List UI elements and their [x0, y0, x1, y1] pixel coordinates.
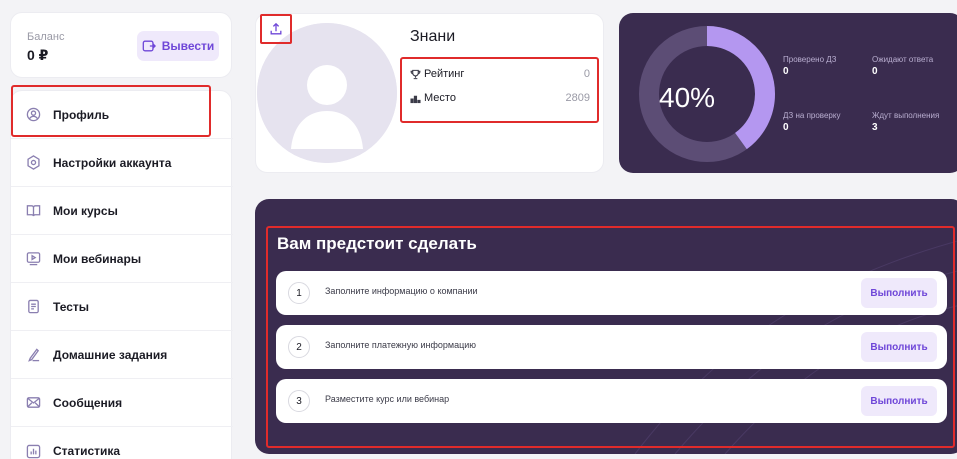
stat-checked-hw-label: Проверено ДЗ	[783, 55, 837, 64]
pencil-icon	[25, 347, 41, 363]
rating-value: 0	[583, 68, 590, 80]
place-label: Место	[424, 92, 456, 104]
sidebar-item-label: Статистика	[53, 444, 121, 458]
sidebar-item-label: Настройки аккаунта	[53, 155, 172, 170]
sidebar-item-account-settings[interactable]: Настройки аккаунта	[11, 139, 233, 187]
task-number: 3	[288, 390, 310, 412]
user-silhouette-icon	[257, 23, 397, 163]
stat-checked-hw-value: 0	[783, 66, 789, 77]
place-row: Место 2809	[410, 92, 590, 104]
place-value: 2809	[565, 92, 590, 104]
sidebar-item-homework[interactable]: Домашние задания	[11, 331, 233, 379]
task-item: 3 Разместите курс или вебинар Выполнить	[276, 379, 947, 423]
podium-icon	[410, 93, 424, 104]
stat-hw-to-check-value: 0	[783, 122, 789, 133]
task-number: 1	[288, 282, 310, 304]
complete-task-button[interactable]: Выполнить	[861, 278, 937, 308]
withdraw-button[interactable]: Вывести	[137, 31, 219, 61]
upload-avatar-button[interactable]	[260, 14, 292, 44]
avatar[interactable]	[257, 23, 397, 163]
todo-title: Вам предстоит сделать	[277, 234, 477, 253]
sidebar-item-messages[interactable]: Сообщения	[11, 379, 233, 427]
stat-awaiting-answer-value: 0	[872, 66, 878, 77]
sidebar-item-label: Тесты	[53, 299, 90, 314]
progress-percent: 40%	[659, 82, 716, 113]
task-text: Заполните информацию о компании	[325, 286, 478, 296]
sidebar-item-label: Мои курсы	[53, 203, 118, 218]
sidebar: Профиль Настройки аккаунта Мои курсы Мои…	[10, 90, 233, 459]
rating-label: Рейтинг	[424, 68, 465, 80]
task-text: Заполните платежную информацию	[325, 340, 477, 350]
balance-label: Баланс	[27, 31, 65, 43]
task-item: 1 Заполните информацию о компании Выполн…	[276, 271, 947, 315]
sidebar-item-tests[interactable]: Тесты	[11, 283, 233, 331]
sidebar-item-courses[interactable]: Мои курсы	[11, 187, 233, 235]
book-icon	[25, 203, 41, 219]
task-number: 2	[288, 336, 310, 358]
bar-chart-icon	[25, 443, 41, 459]
video-play-icon	[25, 251, 41, 267]
balance-card: Баланс 0 ₽ Вывести	[10, 12, 232, 78]
stat-awaiting-completion-label: Ждут выполнения	[872, 111, 940, 120]
task-text: Разместите курс или вебинар	[325, 394, 450, 404]
rating-row: Рейтинг 0	[410, 68, 590, 80]
sidebar-item-label: Мои вебинары	[53, 251, 142, 266]
sidebar-item-webinars[interactable]: Мои вебинары	[11, 235, 233, 283]
page-root: Баланс 0 ₽ Вывести Профиль Настройки акк…	[0, 0, 957, 459]
stat-awaiting-completion-value: 3	[872, 122, 878, 133]
sidebar-item-label: Домашние задания	[53, 347, 168, 362]
sidebar-item-statistics[interactable]: Статистика	[11, 427, 233, 459]
envelope-icon	[25, 395, 41, 411]
wallet-icon	[142, 40, 156, 52]
stat-hw-to-check-label: ДЗ на проверку	[783, 111, 841, 120]
document-icon	[25, 299, 41, 315]
withdraw-label: Вывести	[161, 39, 215, 53]
profile-stats: Рейтинг 0 Место 2809	[400, 57, 599, 123]
sidebar-item-label: Профиль	[53, 107, 110, 122]
profile-name: Знани	[410, 28, 456, 45]
balance-value: 0 ₽	[27, 47, 49, 63]
task-item: 2 Заполните платежную информацию Выполни…	[276, 325, 947, 369]
sidebar-item-profile[interactable]: Профиль	[11, 91, 233, 139]
complete-task-button[interactable]: Выполнить	[861, 386, 937, 416]
stat-awaiting-answer-label: Ожидают ответа	[872, 55, 934, 64]
user-circle-icon	[25, 107, 41, 123]
sidebar-item-label: Сообщения	[53, 395, 123, 410]
trophy-icon	[410, 69, 424, 80]
complete-task-button[interactable]: Выполнить	[861, 332, 937, 362]
upload-icon	[270, 22, 282, 35]
settings-icon	[25, 155, 41, 171]
